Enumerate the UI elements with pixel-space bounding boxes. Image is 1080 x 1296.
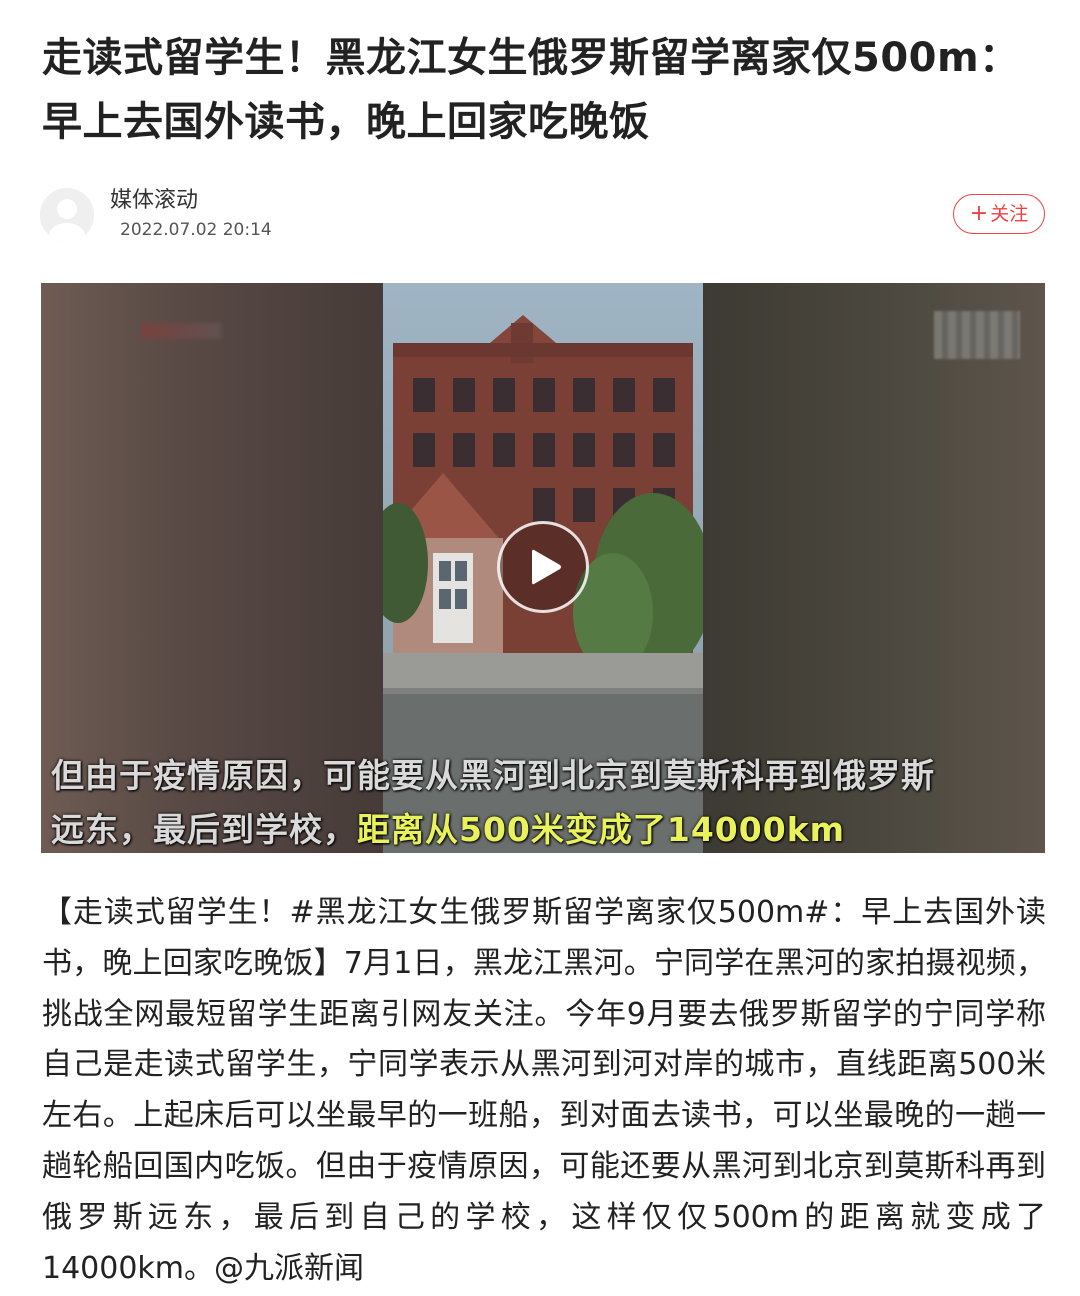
avatar[interactable] [40,188,94,242]
follow-button[interactable]: + 关注 [953,194,1045,234]
article-title-line2: 早上去国外读书，晚上回家吃晚饭 [42,99,650,145]
author-bar: 媒体滚动 2022.07.02 20:14 + 关注 [40,186,1045,242]
subtitle-text: 远东，最后到学校， [51,810,357,849]
video-subtitle-line1: 但由于疫情原因，可能要从黑河到北京到莫斯科再到俄罗斯 [51,756,935,795]
publish-time: 2022.07.02 20:14 [120,220,272,240]
follow-label: 关注 [990,203,1029,225]
watermark-logo [141,323,221,339]
author-name[interactable]: 媒体滚动 [110,186,198,216]
video-subtitle-line2: 远东，最后到学校，距离从500米变成了14000km [51,805,1041,853]
watermark-mark [934,311,1020,359]
video-player[interactable]: 但由于疫情原因，可能要从黑河到北京到莫斯科再到俄罗斯 远东，最后到学校，距离从5… [41,283,1045,853]
user-avatar-icon [40,188,94,242]
article-body: 【走读式留学生！#黑龙江女生俄罗斯留学离家仅500m#：早上去国外读书，晚上回家… [42,895,1046,1286]
subtitle-highlight: 距离从500米变成了14000km [357,810,846,849]
plus-icon: + [969,201,989,226]
play-icon [532,549,561,585]
article-title: 走读式留学生！黑龙江女生俄罗斯留学离家仅500m： 早上去国外读书，晚上回家吃晚… [42,26,1042,154]
play-button[interactable] [497,521,589,613]
article-title-line1: 走读式留学生！黑龙江女生俄罗斯留学离家仅500m： [42,35,1020,81]
